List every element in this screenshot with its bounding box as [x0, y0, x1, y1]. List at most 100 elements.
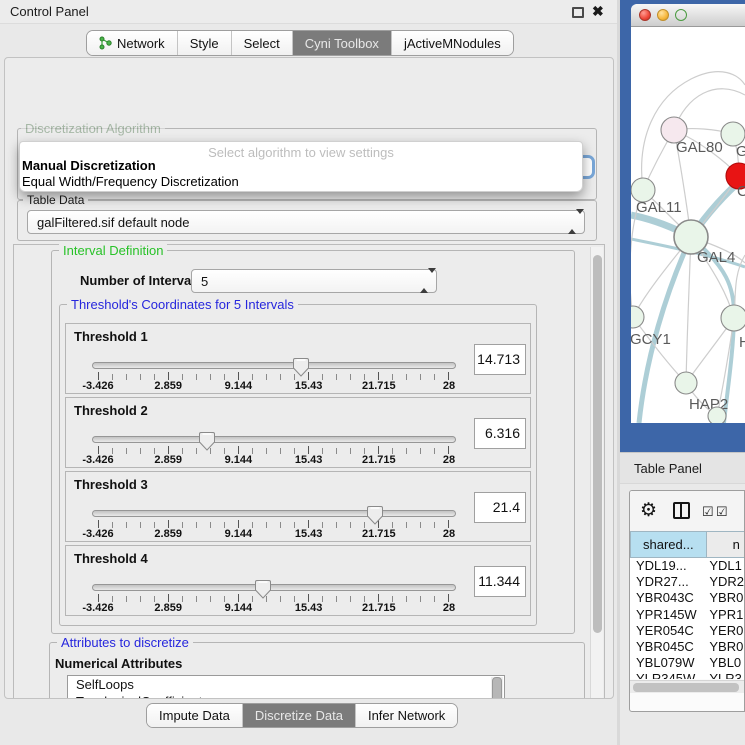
network-node-label: H	[739, 334, 745, 351]
table-row[interactable]: YPR145WYPR1	[630, 607, 745, 623]
network-canvas[interactable]: GAL80GACGAL11GAL4GCY1HHAP2	[631, 27, 745, 423]
table-data-select[interactable]: galFiltered.sif default node	[27, 210, 585, 234]
threshold-row-3: Threshold 3-3.4262.8599.14415.4321.71528…	[65, 471, 531, 542]
algorithm-option-manual-discretization[interactable]: Manual Discretization	[22, 158, 156, 173]
slider-track[interactable]	[92, 510, 456, 517]
attribute-item-topologicalcoefficient[interactable]: TopologicalCoefficient	[68, 693, 504, 699]
slider-handle[interactable]	[255, 579, 271, 599]
tab-style[interactable]: Style	[178, 31, 232, 55]
checkbox-checked-icon[interactable]: ☑	[702, 504, 714, 520]
slider-track[interactable]	[92, 362, 456, 369]
network-node-h[interactable]	[721, 305, 745, 331]
threshold-value-field[interactable]: 14.713	[474, 344, 526, 375]
network-window[interactable]: GAL80GACGAL11GAL4GCY1HHAP2	[631, 4, 745, 423]
threshold-slider[interactable]: -3.4262.8599.14415.4321.71528	[98, 398, 449, 469]
cell-shared-name[interactable]: YER054C	[630, 623, 707, 639]
cyni-toolbox-panel: Discretization Algorithm Select algorith…	[4, 57, 614, 699]
settings-vertical-scrollbar[interactable]	[590, 247, 603, 699]
slider-handle[interactable]	[199, 431, 215, 451]
tab-label: Select	[244, 36, 280, 51]
slider-tick-label: 15.43	[295, 380, 323, 392]
cell-name[interactable]: YBR0	[707, 639, 745, 655]
tab-select[interactable]: Select	[232, 31, 293, 55]
slider-handle[interactable]	[293, 357, 309, 377]
threshold-slider[interactable]: -3.4262.8599.14415.4321.71528	[98, 472, 449, 543]
slider-major-ticks	[98, 520, 449, 528]
cell-name[interactable]: YPR1	[707, 607, 745, 623]
slider-tick-label: -3.426	[82, 454, 113, 466]
threshold-slider[interactable]: -3.4262.8599.14415.4321.71528	[98, 546, 449, 617]
number-of-intervals-label: Number of Intervals	[80, 273, 202, 288]
cell-shared-name[interactable]: YBR043C	[630, 590, 707, 606]
threshold-slider[interactable]: -3.4262.8599.14415.4321.71528	[98, 324, 449, 395]
scrollbar-thumb[interactable]	[633, 683, 739, 692]
panel-title: Control Panel	[10, 4, 89, 19]
cell-name[interactable]: YLR3	[707, 671, 745, 679]
numerical-attributes-list[interactable]: SelfLoopsTopologicalCoefficientBetweenne…	[67, 675, 505, 699]
zoom-light-green[interactable]	[675, 9, 687, 21]
tab-discretize-data[interactable]: Discretize Data	[243, 704, 356, 727]
network-node[interactable]	[708, 407, 726, 423]
table-row[interactable]: YBL079WYBL0	[630, 655, 745, 671]
tab-cyni-toolbox[interactable]: Cyni Toolbox	[293, 31, 392, 55]
close-light-red[interactable]	[639, 9, 651, 21]
slider-track[interactable]	[92, 436, 456, 443]
slider-handle[interactable]	[367, 505, 383, 525]
table-row[interactable]: YLR345WYLR3	[630, 671, 745, 679]
table-row[interactable]: YDR27...YDR2	[630, 574, 745, 590]
algorithm-dropdown-popup: Select algorithm to view settings Manual…	[19, 141, 583, 192]
split-view-icon[interactable]	[673, 502, 690, 519]
threshold-value-field[interactable]: 11.344	[474, 566, 526, 597]
network-node-hap2[interactable]	[675, 372, 697, 394]
cell-shared-name[interactable]: YDL19...	[630, 558, 707, 574]
cell-shared-name[interactable]: YDR27...	[630, 574, 707, 590]
table-row[interactable]: YBR045CYBR0	[630, 639, 745, 655]
gear-icon[interactable]: ⚙	[640, 499, 657, 522]
threshold-value-field[interactable]: 21.4	[474, 492, 526, 523]
attributes-scrollbar[interactable]	[491, 677, 503, 699]
slider-tick-label: 28	[443, 380, 455, 392]
cell-name[interactable]: YER0	[707, 623, 745, 639]
cell-shared-name[interactable]: YLR345W	[630, 671, 707, 679]
tab-impute-data[interactable]: Impute Data	[147, 704, 243, 727]
scrollbar-thumb[interactable]	[492, 677, 502, 699]
combo-stepper-icon[interactable]	[568, 214, 577, 229]
minimize-light-yellow[interactable]	[657, 9, 669, 21]
scrollbar-thumb[interactable]	[593, 255, 602, 633]
column-header-name[interactable]: n	[707, 531, 745, 558]
checkbox-checked-icon[interactable]: ☑	[716, 504, 728, 520]
column-header-shared-name[interactable]: shared...	[630, 531, 707, 558]
number-of-intervals-select[interactable]: 5	[191, 269, 437, 293]
table-panel-title: Table Panel	[634, 461, 702, 476]
table-panel-titlebar: Table Panel	[620, 452, 745, 484]
table-row[interactable]: YBR043CYBR0	[630, 590, 745, 606]
slider-tick-label: 21.715	[362, 528, 396, 540]
control-panel-titlebar: Control Panel ✖	[0, 0, 620, 24]
cell-name[interactable]: YDL1	[707, 558, 745, 574]
tab-label: Network	[117, 36, 165, 51]
attribute-item-selfloops[interactable]: SelfLoops	[68, 676, 504, 693]
slider-tick-label: 9.144	[225, 380, 253, 392]
table-horizontal-scrollbar[interactable]	[630, 680, 745, 693]
slider-track[interactable]	[92, 584, 456, 591]
cell-shared-name[interactable]: YBL079W	[630, 655, 707, 671]
tab-jactivemnodules[interactable]: jActiveMNodules	[392, 31, 513, 55]
cell-shared-name[interactable]: YPR145W	[630, 607, 707, 623]
close-panel-icon[interactable]: ✖	[592, 3, 604, 20]
table-row[interactable]: YDL19...YDL1	[630, 558, 745, 574]
cell-name[interactable]: YBL0	[707, 655, 745, 671]
tab-network[interactable]: Network	[87, 31, 178, 55]
combo-stepper-icon[interactable]	[420, 273, 429, 288]
slider-tick-label: 28	[443, 528, 455, 540]
table-row[interactable]: YER054CYER0	[630, 623, 745, 639]
network-node-gcy1[interactable]	[631, 306, 644, 328]
cell-name[interactable]: YDR2	[707, 574, 745, 590]
tab-infer-network[interactable]: Infer Network	[356, 704, 457, 727]
slider-tick-label: 28	[443, 454, 455, 466]
slider-tick-label: 2.859	[154, 528, 182, 540]
algorithm-option-equal-width-frequency-discretization[interactable]: Equal Width/Frequency Discretization	[22, 174, 239, 189]
float-panel-icon[interactable]	[572, 7, 584, 18]
cell-shared-name[interactable]: YBR045C	[630, 639, 707, 655]
threshold-value-field[interactable]: 6.316	[474, 418, 526, 449]
cell-name[interactable]: YBR0	[707, 590, 745, 606]
